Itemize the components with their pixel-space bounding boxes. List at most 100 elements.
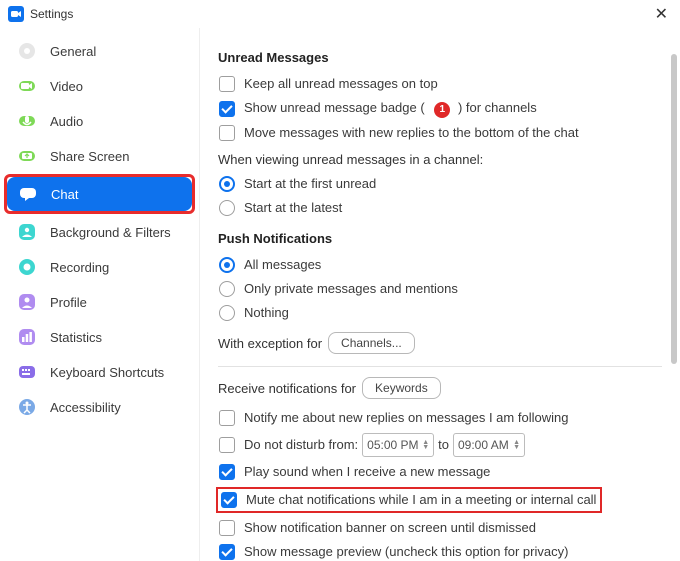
dnd-to-input[interactable]: 09:00 AM▲▼ bbox=[453, 433, 525, 457]
sidebar-label: Chat bbox=[51, 187, 78, 202]
dnd-label: Do not disturb from: bbox=[244, 436, 358, 454]
option-show-unread-badge[interactable]: Show unread message badge ( 1 ) for chan… bbox=[218, 99, 662, 118]
option-label: Keep all unread messages on top bbox=[244, 75, 438, 93]
option-label: Start at the first unread bbox=[244, 175, 376, 193]
profile-icon bbox=[16, 291, 38, 313]
unread-badge-icon: 1 bbox=[434, 102, 450, 118]
settings-content: Unread Messages Keep all unread messages… bbox=[200, 28, 680, 561]
option-label: Mute chat notifications while I am in a … bbox=[246, 491, 596, 509]
receive-label: Receive notifications for bbox=[218, 381, 356, 396]
option-label: Only private messages and mentions bbox=[244, 280, 458, 298]
radio[interactable] bbox=[219, 281, 235, 297]
option-notify-following[interactable]: Notify me about new replies on messages … bbox=[218, 409, 662, 427]
checkbox[interactable] bbox=[219, 101, 235, 117]
sidebar-item-recording[interactable]: Recording bbox=[6, 250, 193, 284]
option-label: Notify me about new replies on messages … bbox=[244, 409, 568, 427]
gear-icon bbox=[16, 40, 38, 62]
option-label: Nothing bbox=[244, 304, 289, 322]
option-label: Show notification banner on screen until… bbox=[244, 519, 536, 537]
radio-push-nothing[interactable]: Nothing bbox=[218, 304, 662, 322]
sidebar-label: Statistics bbox=[50, 330, 102, 345]
radio-start-latest[interactable]: Start at the latest bbox=[218, 199, 662, 217]
checkbox[interactable] bbox=[219, 410, 235, 426]
sidebar-label: Profile bbox=[50, 295, 87, 310]
checkbox[interactable] bbox=[221, 492, 237, 508]
sidebar-item-profile[interactable]: Profile bbox=[6, 285, 193, 319]
section-unread-messages: Unread Messages bbox=[218, 50, 662, 65]
sidebar-label: Share Screen bbox=[50, 149, 130, 164]
chat-icon bbox=[17, 183, 39, 205]
dnd-from-input[interactable]: 05:00 PM▲▼ bbox=[362, 433, 434, 457]
spinner-icon[interactable]: ▲▼ bbox=[422, 440, 429, 450]
option-show-banner[interactable]: Show notification banner on screen until… bbox=[218, 519, 662, 537]
keyboard-icon bbox=[16, 361, 38, 383]
sidebar-item-share-screen[interactable]: Share Screen bbox=[6, 139, 193, 173]
divider bbox=[218, 366, 662, 367]
exception-row: With exception for Channels... bbox=[218, 332, 662, 354]
close-icon[interactable]: ✕ bbox=[651, 4, 672, 24]
titlebar: Settings ✕ bbox=[0, 0, 680, 28]
sidebar-label: Recording bbox=[50, 260, 109, 275]
dnd-to-label: to bbox=[438, 436, 449, 454]
sidebar-item-background[interactable]: Background & Filters bbox=[6, 215, 193, 249]
share-screen-icon bbox=[16, 145, 38, 167]
option-mute-in-meeting-row: Mute chat notifications while I am in a … bbox=[218, 487, 662, 513]
checkbox[interactable] bbox=[219, 76, 235, 92]
sidebar-label: Background & Filters bbox=[50, 225, 171, 240]
sidebar-label: Video bbox=[50, 79, 83, 94]
option-label: Move messages with new replies to the bo… bbox=[244, 124, 579, 142]
window-title: Settings bbox=[30, 7, 651, 21]
channels-button[interactable]: Channels... bbox=[328, 332, 415, 354]
option-label: Start at the latest bbox=[244, 199, 342, 217]
recording-icon bbox=[16, 256, 38, 278]
sidebar-label: Keyboard Shortcuts bbox=[50, 365, 164, 380]
option-move-replies-bottom[interactable]: Move messages with new replies to the bo… bbox=[218, 124, 662, 142]
radio-push-private[interactable]: Only private messages and mentions bbox=[218, 280, 662, 298]
option-play-sound[interactable]: Play sound when I receive a new message bbox=[218, 463, 662, 481]
option-keep-unread-top[interactable]: Keep all unread messages on top bbox=[218, 75, 662, 93]
sidebar-item-audio[interactable]: Audio bbox=[6, 104, 193, 138]
video-icon bbox=[16, 75, 38, 97]
scroll-thumb[interactable] bbox=[671, 54, 677, 364]
radio[interactable] bbox=[219, 305, 235, 321]
option-dnd[interactable]: Do not disturb from: 05:00 PM▲▼ to 09:00… bbox=[218, 433, 662, 457]
sidebar-item-statistics[interactable]: Statistics bbox=[6, 320, 193, 354]
statistics-icon bbox=[16, 326, 38, 348]
radio[interactable] bbox=[219, 200, 235, 216]
keywords-button[interactable]: Keywords bbox=[362, 377, 441, 399]
sidebar-item-chat[interactable]: Chat bbox=[7, 177, 192, 211]
mute-highlight-box: Mute chat notifications while I am in a … bbox=[216, 487, 602, 513]
exception-label: With exception for bbox=[218, 336, 322, 351]
sidebar-label: Accessibility bbox=[50, 400, 121, 415]
sidebar-item-general[interactable]: General bbox=[6, 34, 193, 68]
option-label: All messages bbox=[244, 256, 321, 274]
scrollbar[interactable] bbox=[670, 34, 678, 555]
spinner-icon[interactable]: ▲▼ bbox=[513, 440, 520, 450]
sidebar-label: General bbox=[50, 44, 96, 59]
sidebar-item-keyboard[interactable]: Keyboard Shortcuts bbox=[6, 355, 193, 389]
option-label: Show unread message badge ( 1 ) for chan… bbox=[244, 99, 537, 118]
section-push-notifications: Push Notifications bbox=[218, 231, 662, 246]
radio-push-all[interactable]: All messages bbox=[218, 256, 662, 274]
option-label: Play sound when I receive a new message bbox=[244, 463, 490, 481]
sidebar-item-accessibility[interactable]: Accessibility bbox=[6, 390, 193, 424]
sidebar: General Video Audio Share Screen Chat Ba… bbox=[0, 28, 200, 561]
radio-start-first-unread[interactable]: Start at the first unread bbox=[218, 175, 662, 193]
zoom-app-icon bbox=[8, 6, 24, 22]
checkbox[interactable] bbox=[219, 125, 235, 141]
radio[interactable] bbox=[219, 257, 235, 273]
option-label: Show message preview (uncheck this optio… bbox=[244, 543, 568, 561]
background-icon bbox=[16, 221, 38, 243]
sidebar-item-video[interactable]: Video bbox=[6, 69, 193, 103]
radio[interactable] bbox=[219, 176, 235, 192]
sidebar-label: Audio bbox=[50, 114, 83, 129]
option-show-preview[interactable]: Show message preview (uncheck this optio… bbox=[218, 543, 662, 561]
checkbox[interactable] bbox=[219, 464, 235, 480]
receive-row: Receive notifications for Keywords bbox=[218, 377, 662, 399]
checkbox[interactable] bbox=[219, 437, 235, 453]
chat-highlight-box: Chat bbox=[4, 174, 195, 214]
checkbox[interactable] bbox=[219, 520, 235, 536]
unread-viewing-label: When viewing unread messages in a channe… bbox=[218, 152, 662, 167]
accessibility-icon bbox=[16, 396, 38, 418]
checkbox[interactable] bbox=[219, 544, 235, 560]
